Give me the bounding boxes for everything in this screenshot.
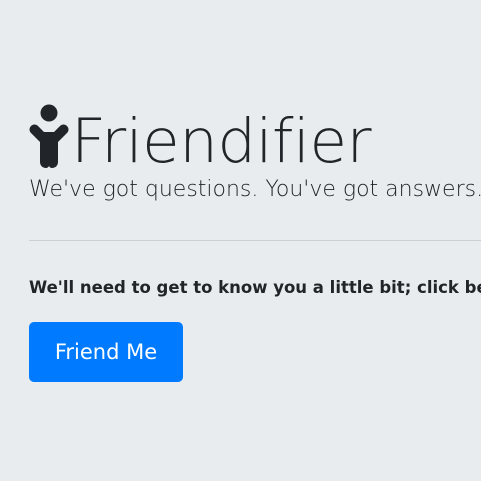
- app-title: Friendifier: [71, 106, 372, 177]
- jumbotron: Friendifier We've got questions. You've …: [0, 0, 481, 481]
- friend-me-button[interactable]: Friend Me: [29, 322, 183, 382]
- tagline: We've got questions. You've got answers.: [29, 177, 481, 202]
- page-title: Friendifier: [29, 92, 372, 177]
- divider: [29, 240, 481, 241]
- intro-text: We'll need to get to know you a little b…: [29, 278, 481, 297]
- child-icon: [29, 104, 69, 168]
